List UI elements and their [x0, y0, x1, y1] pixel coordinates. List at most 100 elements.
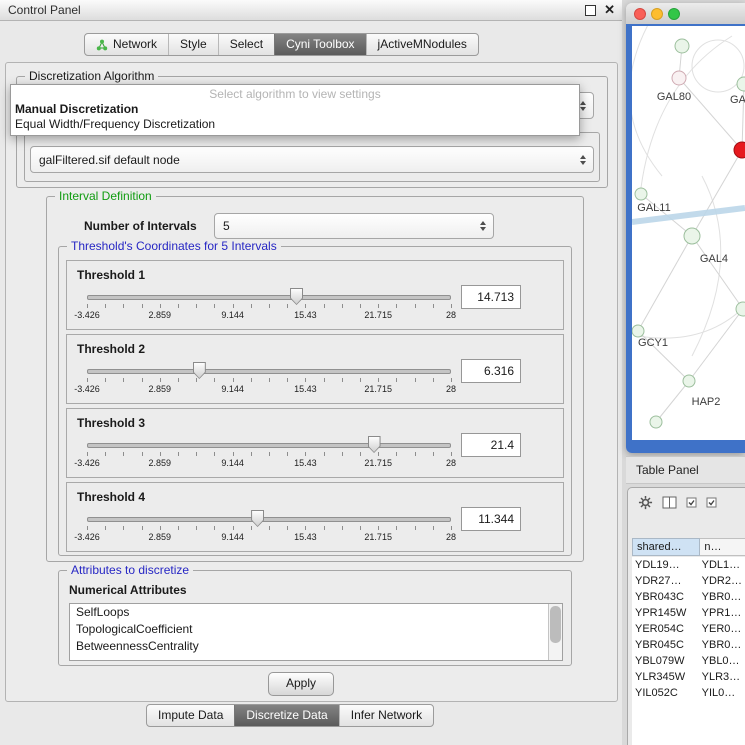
network-nodes: GAL80GAGAL11GAL4GCY1HAP2 [632, 39, 745, 428]
network-node[interactable] [737, 77, 745, 91]
table-cell: YLR345W [632, 669, 699, 685]
network-arcs [632, 26, 744, 356]
slider-track[interactable] [87, 443, 451, 448]
slider-thumb[interactable] [251, 510, 264, 527]
slider-track[interactable] [87, 295, 451, 300]
threshold-label: Threshold 1 [77, 268, 145, 282]
close-icon[interactable]: ✕ [604, 2, 615, 18]
tick-label: 21.715 [364, 310, 392, 320]
gear-icon[interactable] [638, 495, 653, 510]
network-node[interactable] [684, 228, 700, 244]
threshold-slider[interactable]: -3.4262.8599.14415.4321.71528 [87, 361, 451, 399]
slider-thumb[interactable] [193, 362, 206, 379]
network-node[interactable] [635, 188, 647, 200]
threshold-value-field[interactable]: 21.4 [461, 433, 521, 457]
dropdown-placeholder-option[interactable]: Select algorithm to view settings [11, 87, 579, 101]
tab-jactivemnodules[interactable]: jActiveMNodules [366, 34, 478, 55]
slider-tickmarks [87, 452, 451, 457]
checkbox-icon[interactable] [706, 497, 717, 508]
tab-network[interactable]: Network [85, 34, 168, 55]
minimize-traffic-light-icon[interactable] [651, 8, 663, 20]
threshold-slider[interactable]: -3.4262.8599.14415.4321.71528 [87, 435, 451, 473]
combo-arrows-icon [580, 101, 586, 111]
attributes-group: Attributes to discretize Numerical Attri… [58, 570, 572, 666]
network-node-label: GAL4 [700, 253, 728, 265]
tick-label: 15.43 [294, 458, 317, 468]
slider-thumb[interactable] [290, 288, 303, 305]
table-row[interactable]: YPR145WYPR1… [632, 605, 745, 621]
tick-label: 15.43 [294, 384, 317, 394]
group-title: Discretization Algorithm [25, 69, 158, 83]
network-node[interactable] [650, 416, 662, 428]
tab-infer-network[interactable]: Infer Network [339, 705, 433, 726]
table-row[interactable]: YDL19…YDL1… [632, 557, 745, 573]
table-row[interactable]: YBR045CYBR0… [632, 637, 745, 653]
list-item[interactable]: BetweennessCentrality [70, 638, 562, 655]
table-cell: YDL1… [699, 557, 745, 573]
threshold-value-field[interactable]: 14.713 [461, 285, 521, 309]
table-row[interactable]: YIL052CYIL0… [632, 685, 745, 701]
tab-impute-data[interactable]: Impute Data [147, 705, 234, 726]
numerical-attributes-list[interactable]: SelfLoopsTopologicalCoefficientBetweenne… [69, 603, 563, 661]
scrollbar[interactable] [548, 604, 562, 660]
number-of-intervals-label: Number of Intervals [84, 219, 197, 233]
table-row[interactable]: YER054CYER0… [632, 621, 745, 637]
slider-tick-labels: -3.4262.8599.14415.4321.71528 [87, 310, 451, 321]
list-item[interactable]: TopologicalCoefficient [70, 621, 562, 638]
network-node[interactable] [632, 325, 644, 337]
network-node[interactable] [683, 375, 695, 387]
column-header-name[interactable]: n… [700, 538, 745, 556]
tick-label: 28 [446, 458, 456, 468]
columns-icon[interactable] [662, 496, 677, 509]
float-window-icon[interactable] [585, 5, 596, 16]
network-node[interactable] [736, 302, 745, 316]
tab-discretize-data[interactable]: Discretize Data [234, 705, 338, 726]
threshold-slider[interactable]: -3.4262.8599.14415.4321.71528 [87, 509, 451, 547]
scrollbar-thumb[interactable] [550, 606, 561, 643]
zoom-traffic-light-icon[interactable] [668, 8, 680, 20]
close-traffic-light-icon[interactable] [634, 8, 646, 20]
table-row[interactable]: YLR345WYLR3… [632, 669, 745, 685]
network-canvas[interactable]: GAL80GAGAL11GAL4GCY1HAP2 [632, 26, 745, 440]
table-row[interactable]: YDR27…YDR2… [632, 573, 745, 589]
table-cell: YDR2… [699, 573, 745, 589]
table-data-combobox[interactable]: galFiltered.sif default node [30, 146, 594, 173]
tab-cyni-toolbox[interactable]: Cyni Toolbox [274, 34, 365, 55]
slider-track[interactable] [87, 517, 451, 522]
table-cell: YPR145W [632, 605, 699, 621]
table-toolbar [628, 488, 745, 516]
dropdown-option-manual-discretization[interactable]: Manual Discretization [15, 102, 138, 116]
network-node[interactable] [675, 39, 689, 53]
column-header-shared-name[interactable]: shared… [632, 538, 700, 556]
table-cell: YIL052C [632, 685, 699, 701]
slider-thumb[interactable] [368, 436, 381, 453]
network-node[interactable] [734, 142, 745, 158]
group-title: Attributes to discretize [67, 563, 193, 577]
tick-label: -3.426 [74, 458, 100, 468]
table-row[interactable]: YBL079WYBL0… [632, 653, 745, 669]
threshold-label: Threshold 2 [77, 342, 145, 356]
table-row[interactable]: YBR043CYBR0… [632, 589, 745, 605]
tab-style[interactable]: Style [168, 34, 218, 55]
apply-button[interactable]: Apply [268, 672, 334, 696]
list-item[interactable]: SelfLoops [70, 604, 562, 621]
table-cell: YBR0… [699, 589, 745, 605]
tick-label: 2.859 [149, 384, 172, 394]
network-icon [96, 39, 108, 51]
number-of-intervals-combobox[interactable]: 5 [214, 213, 494, 239]
slider-tick-labels: -3.4262.8599.14415.4321.71528 [87, 532, 451, 543]
threshold-slider[interactable]: -3.4262.8599.14415.4321.71528 [87, 287, 451, 325]
tick-label: -3.426 [74, 532, 100, 542]
dropdown-option-equal-width-frequency[interactable]: Equal Width/Frequency Discretization [15, 117, 215, 131]
threshold-value-field[interactable]: 11.344 [461, 507, 521, 531]
tab-select[interactable]: Select [218, 34, 274, 55]
checkbox-icon[interactable] [686, 497, 697, 508]
table-cell: YPR1… [699, 605, 745, 621]
slider-track[interactable] [87, 369, 451, 374]
network-node[interactable] [672, 71, 686, 85]
table-panel-bar[interactable]: Table Panel [626, 456, 745, 484]
threshold-value-field[interactable]: 6.316 [461, 359, 521, 383]
table-header-row: shared… n… [632, 538, 745, 556]
numerical-attributes-label: Numerical Attributes [69, 583, 187, 597]
tab-label: Network [113, 34, 157, 55]
